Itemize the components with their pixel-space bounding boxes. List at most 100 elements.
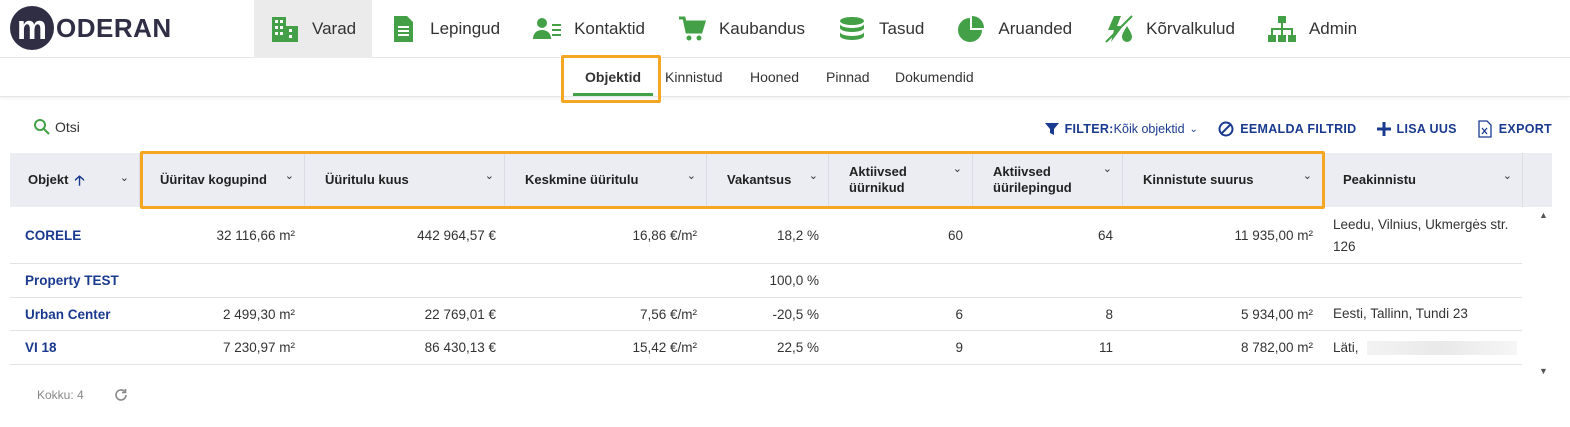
- cell-peakinnistu: [1333, 264, 1518, 297]
- object-link[interactable]: VI 18: [25, 340, 57, 355]
- remove-filters-label: EEMALDA FILTRID: [1240, 122, 1357, 136]
- table-row[interactable]: Urban Center 2 499,30 m² 22 769,01 € 7,5…: [10, 298, 1522, 331]
- cell-lepingud: [973, 264, 1113, 297]
- nav-item-varad[interactable]: Varad: [254, 0, 373, 58]
- subtab-pinnad[interactable]: Pinnad: [826, 69, 870, 85]
- cell-vakantsus: 22,5 %: [776, 340, 819, 355]
- subtab-kinnistud[interactable]: Kinnistud: [665, 69, 723, 85]
- nav-label: Lepingud: [430, 19, 501, 38]
- nav-label: Kõrvalkulud: [1146, 19, 1235, 38]
- cell-suurus: 11 935,00 m²: [1234, 228, 1313, 243]
- subtab-dokumendid[interactable]: Dokumendid: [895, 69, 974, 85]
- total-count: Kokku: 4: [37, 388, 84, 402]
- nav-item-aruanded[interactable]: Aruanded: [940, 0, 1088, 58]
- logo-text: ODERAN: [56, 12, 172, 43]
- table-toolbar: FILTER: Kõik objektid ⌄ EEMALDA FILTRID …: [1025, 120, 1552, 138]
- org-chart-icon: [1267, 16, 1296, 42]
- search-button[interactable]: Otsi: [33, 118, 80, 136]
- sub-navigation: Objektid Kinnistud Hooned Pinnad Dokumen…: [0, 59, 1570, 97]
- buildings-icon: [272, 17, 298, 42]
- cell-tulu: 22 769,01 €: [424, 306, 496, 322]
- object-link[interactable]: Property TEST: [25, 273, 119, 288]
- address-text: Läti,: [1333, 339, 1359, 355]
- nav-label: Tasud: [879, 19, 925, 38]
- chevron-down-icon[interactable]: ⌄: [1503, 168, 1512, 184]
- highlight-box-subtab: [561, 55, 661, 103]
- table-row[interactable]: Property TEST 100,0 %: [10, 264, 1522, 298]
- refresh-icon[interactable]: [114, 388, 128, 402]
- nav-item-korvalkulud[interactable]: Kõrvalkulud: [1088, 0, 1251, 58]
- coins-icon: [840, 17, 864, 40]
- cell-peakinnistu: Läti,: [1333, 331, 1518, 364]
- export-label: EXPORT: [1498, 122, 1552, 136]
- cell-uurnikud: 9: [955, 340, 963, 355]
- cell-lepingud: 8: [1105, 306, 1113, 322]
- vertical-scrollbar[interactable]: ▲ ▼: [1536, 208, 1550, 376]
- cell-tulu: 86 430,13 €: [424, 340, 496, 355]
- cell-suurus: [1123, 264, 1313, 297]
- column-title: Peakinnistu: [1343, 172, 1416, 187]
- subtab-hooned[interactable]: Hooned: [750, 69, 799, 85]
- excel-file-icon: [1478, 120, 1492, 138]
- table-row[interactable]: VI 18 7 230,97 m² 86 430,13 € 15,42 €/m²…: [10, 331, 1522, 365]
- highlight-box-columns: [140, 151, 1325, 209]
- redacted-text: [1366, 340, 1517, 355]
- cell-vakantsus: 18,2 %: [776, 228, 819, 243]
- pie-chart-icon: [958, 16, 985, 42]
- nav-label: Varad: [312, 19, 357, 38]
- remove-filters-button[interactable]: EEMALDA FILTRID: [1218, 121, 1356, 137]
- object-link[interactable]: Urban Center: [25, 307, 111, 322]
- export-button[interactable]: EXPORT: [1477, 120, 1552, 138]
- scroll-down-arrow-icon[interactable]: ▼: [1539, 366, 1548, 376]
- nav-label: Aruanded: [998, 19, 1073, 38]
- cell-peakinnistu: Leedu, Vilnius, Ukmergės str. 126: [1333, 216, 1509, 254]
- cell-keskmine: 7,56 €/m²: [639, 306, 697, 322]
- cell-lepingud: 11: [1098, 340, 1113, 355]
- cell-vakantsus: 100,0 %: [769, 273, 819, 288]
- chevron-down-icon[interactable]: ⌄: [120, 170, 129, 186]
- nav-label: Admin: [1308, 19, 1358, 38]
- top-navigation: m ODERAN Varad Lepingud Kontaktid Kauban…: [0, 0, 1570, 58]
- cell-suurus: 5 934,00 m²: [1240, 306, 1313, 322]
- nav-label: Kaubandus: [718, 19, 805, 38]
- table-footer: Kokku: 4: [37, 388, 84, 402]
- plus-icon: [1376, 122, 1391, 136]
- cell-uurnikud: [829, 264, 963, 297]
- document-icon: [394, 16, 414, 42]
- column-title: Objekt: [28, 172, 69, 187]
- cell-keskmine: 15,42 €/m²: [632, 340, 697, 355]
- utility-icon: [1105, 15, 1133, 43]
- column-header-peakinnistu[interactable]: Peakinnistu ⌄: [1323, 153, 1522, 207]
- cell-suurus: 8 782,00 m²: [1240, 340, 1313, 355]
- nav-label: Kontaktid: [574, 19, 645, 38]
- cell-uurnikud: 6: [955, 306, 963, 322]
- cell-pind: 2 499,30 m²: [222, 306, 295, 322]
- cell-keskmine: 16,86 €/m²: [632, 228, 697, 243]
- filter-label: FILTER:: [1064, 122, 1114, 136]
- cell-peakinnistu: Eesti, Tallinn, Tundi 23: [1333, 306, 1468, 321]
- search-icon: [34, 119, 50, 135]
- logo-mark: m: [10, 6, 54, 50]
- sort-up-icon: 🡡: [74, 172, 85, 188]
- object-link[interactable]: CORELE: [25, 228, 81, 243]
- ban-icon: [1218, 121, 1234, 137]
- cell-lepingud: 64: [1097, 228, 1113, 243]
- nav-item-kontaktid[interactable]: Kontaktid: [516, 0, 661, 58]
- cell-pind: 7 230,97 m²: [222, 340, 295, 355]
- moderan-logo[interactable]: m ODERAN: [10, 6, 172, 50]
- cell-pind: [140, 264, 295, 297]
- add-new-button[interactable]: LISA UUS: [1376, 122, 1457, 136]
- cell-pind: 32 116,66 m²: [216, 228, 295, 243]
- nav-item-lepingud[interactable]: Lepingud: [372, 0, 516, 58]
- filter-value: Kõik objektid: [1113, 122, 1185, 136]
- scroll-up-arrow-icon[interactable]: ▲: [1539, 210, 1548, 220]
- cell-vakantsus: -20,5 %: [772, 306, 819, 322]
- table-row[interactable]: CORELE 32 116,66 m² 442 964,57 € 16,86 €…: [10, 208, 1522, 264]
- nav-item-kaubandus[interactable]: Kaubandus: [661, 0, 821, 58]
- nav-item-tasud[interactable]: Tasud: [821, 0, 940, 58]
- add-new-label: LISA UUS: [1396, 122, 1457, 136]
- filter-dropdown[interactable]: FILTER: Kõik objektid ⌄: [1044, 122, 1199, 136]
- nav-item-admin[interactable]: Admin: [1251, 0, 1373, 58]
- column-header-objekt[interactable]: Objekt 🡡 ⌄: [10, 153, 140, 207]
- filter-icon: [1044, 123, 1059, 135]
